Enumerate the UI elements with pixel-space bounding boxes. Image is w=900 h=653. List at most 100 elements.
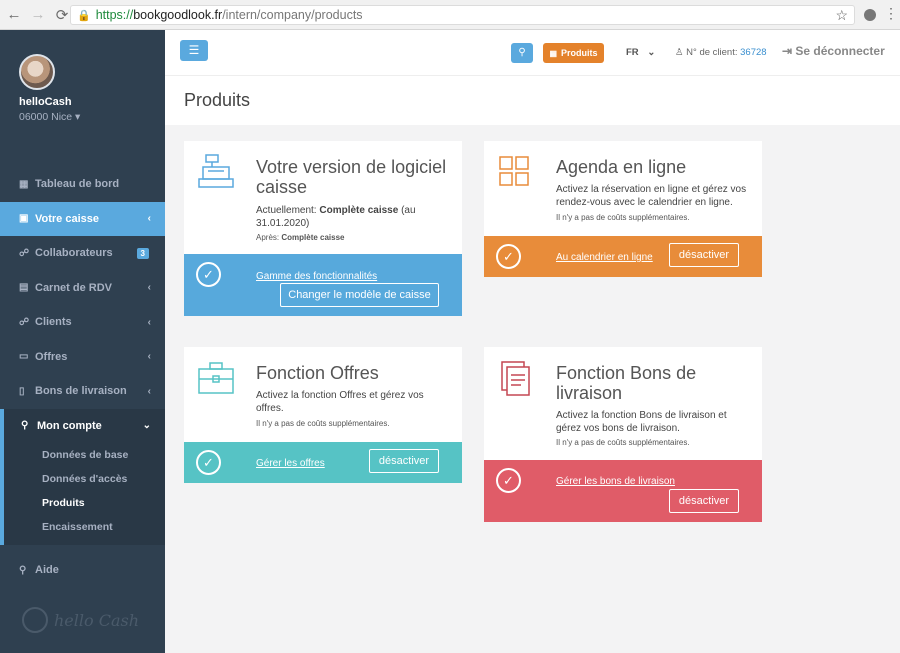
grid-icon [499, 156, 529, 186]
sidebar-item-label: Tableau de bord [35, 178, 120, 191]
dashboard-icon: ▦ [19, 178, 29, 190]
logo-mark-icon [22, 607, 48, 633]
grid-icon: ▦ [549, 48, 558, 58]
card-bons-livraison: Fonction Bons de livraison Activez la fo… [484, 347, 762, 522]
features-link[interactable]: Gamme des fonctionnalités [256, 271, 377, 282]
profile-city-dropdown[interactable]: 06000 Nice ▾ [19, 111, 165, 123]
card-title: Fonction Bons de livraison [556, 363, 697, 403]
forward-icon[interactable]: → [28, 6, 48, 23]
check-circle-icon: ✓ [496, 244, 521, 269]
sidebar-item-label: Bons de livraison [35, 385, 127, 398]
extension-icon[interactable] [864, 9, 876, 21]
sidebar-item-carnet-rdv[interactable]: ▤ Carnet de RDV ‹ [0, 271, 165, 306]
check-circle-icon: ✓ [496, 468, 521, 493]
back-icon[interactable]: ← [4, 6, 24, 23]
subitem-donnees-base[interactable]: Données de base [4, 443, 165, 467]
current-value: Complète caisse [319, 205, 399, 216]
sidebar-item-label: Aide [35, 564, 59, 577]
logout-link[interactable]: ⇥ Se déconnecter [782, 44, 885, 58]
products-button[interactable]: ▦ Produits [543, 43, 604, 63]
language-dropdown[interactable]: FR ⌄ [626, 47, 655, 58]
sidebar-item-votre-caisse[interactable]: ▣ Votre caisse ‹ [0, 201, 165, 236]
sidebar-item-mon-compte[interactable]: ⚲ Mon compte ⌄ [4, 409, 165, 444]
products-button-label: Produits [561, 48, 598, 58]
chevron-left-icon: ‹ [147, 282, 151, 294]
page-title: Produits [184, 90, 251, 110]
brand-logo: hello Cash [22, 607, 139, 633]
team-icon: ☍ [19, 247, 30, 259]
search-button[interactable]: ⚲ [511, 43, 533, 63]
search-icon: ⚲ [518, 47, 526, 58]
subitem-produits[interactable]: Produits [4, 491, 165, 515]
brand-text: hello Cash [54, 610, 140, 630]
sidebar-item-clients[interactable]: ☍ Clients ‹ [0, 305, 165, 340]
url-host: bookgoodlook.fr [133, 8, 223, 22]
chevron-down-icon: ⌄ [647, 47, 656, 58]
subitem-donnees-acces[interactable]: Données d'accès [4, 467, 165, 491]
page-heading: Produits [165, 75, 900, 125]
subitem-encaissement[interactable]: Encaissement [4, 515, 165, 539]
calendar-link[interactable]: Au calendrier en ligne [556, 252, 653, 263]
reload-icon[interactable]: ⟳ [52, 6, 72, 24]
briefcase-icon [198, 362, 234, 394]
bookmark-star-icon[interactable]: ☆ [835, 7, 848, 24]
url-scheme: https:// [95, 8, 134, 22]
logout-label: Se déconnecter [795, 44, 885, 58]
calendar-icon: ▤ [19, 282, 29, 294]
cash-register-icon [198, 154, 234, 188]
card-footer: ✓ Gamme des fonctionnalités Changer le m… [184, 254, 462, 316]
browser-toolbar: ← → ⟳ 🔒 https:// bookgoodlook.fr /intern… [0, 0, 900, 30]
chevron-down-icon: ⌄ [142, 420, 151, 432]
after-prefix: Après: [256, 233, 280, 242]
account-section: ⚲ Mon compte ⌄ Données de base Données d… [0, 408, 165, 545]
card-title: Votre version de logiciel caisse [256, 157, 447, 197]
chevron-left-icon: ‹ [147, 351, 151, 363]
manage-offers-link[interactable]: Gérer les offres [256, 458, 325, 469]
lock-icon: 🔒 [77, 9, 91, 22]
sidebar-item-dashboard[interactable]: ▦ Tableau de bord [0, 167, 165, 202]
after-version: Après: Complète caisse [256, 233, 345, 242]
change-model-button[interactable]: Changer le modèle de caisse [280, 283, 439, 307]
top-navbar: ☰ ⚲ ▦ Produits FR ⌄ ♙ N° de client: 3672… [165, 30, 900, 75]
sidebar-item-label: Carnet de RDV [35, 281, 113, 294]
card-footer: ✓ Gérer les bons de livraison désactiver [484, 460, 762, 522]
browser-menu-icon[interactable]: ⋮ [884, 5, 898, 22]
card-note: Il n'y a pas de coûts supplémentaires. [556, 213, 690, 222]
client-number-value: 36728 [740, 47, 767, 58]
avatar[interactable] [19, 54, 55, 90]
card-description: Activez la fonction Bons de livraison et… [556, 410, 727, 434]
sidebar-item-bons-livraison[interactable]: ▯ Bons de livraison ‹ [0, 374, 165, 409]
card-agenda: Agenda en ligne Activez la réservation e… [484, 141, 762, 277]
address-bar[interactable]: 🔒 https:// bookgoodlook.fr /intern/compa… [70, 5, 855, 25]
card-note: Il n'y a pas de coûts supplémentaires. [256, 419, 390, 428]
sidebar-item-label: Mon compte [37, 419, 102, 432]
after-value: Complète caisse [281, 233, 345, 242]
sidebar-item-label: Offres [35, 350, 68, 363]
deactivate-button[interactable]: désactiver [669, 489, 739, 513]
chevron-left-icon: ‹ [147, 213, 151, 225]
deactivate-button[interactable]: désactiver [669, 243, 739, 267]
client-label: N° de client: [686, 47, 738, 58]
sidebar-item-aide[interactable]: ⚲ Aide [0, 553, 165, 588]
card-caisse: Votre version de logiciel caisse Actuell… [184, 141, 462, 316]
briefcase-icon: ▭ [19, 351, 29, 363]
profile-block: helloCash 06000 Nice ▾ [0, 30, 165, 170]
user-icon: ⚲ [21, 420, 29, 432]
card-description: Activez la fonction Offres et gérez vos … [256, 390, 424, 414]
card-description: Activez la réservation en ligne et gérez… [556, 184, 747, 208]
cash-register-icon: ▣ [19, 213, 29, 225]
manage-delivery-link[interactable]: Gérer les bons de livraison [556, 476, 675, 487]
current-prefix: Actuellement: [256, 205, 317, 216]
card-offres: Fonction Offres Activez la fonction Offr… [184, 347, 462, 483]
check-circle-icon: ✓ [196, 450, 221, 475]
current-version: Actuellement: Complète caisse (au 31.01.… [256, 204, 436, 230]
sidebar-item-offres[interactable]: ▭ Offres ‹ [0, 340, 165, 375]
hamburger-menu-button[interactable]: ☰ [180, 40, 208, 61]
sidebar: helloCash 06000 Nice ▾ ▦ Tableau de bord… [0, 30, 165, 653]
sidebar-item-collaborateurs[interactable]: ☍ Collaborateurs 3 [0, 236, 165, 271]
client-number: ♙ N° de client: 36728 [675, 47, 767, 58]
card-title: Fonction Offres [256, 363, 379, 383]
profile-name: helloCash [19, 96, 72, 108]
deactivate-button[interactable]: désactiver [369, 449, 439, 473]
card-footer: ✓ Gérer les offres désactiver [184, 442, 462, 483]
